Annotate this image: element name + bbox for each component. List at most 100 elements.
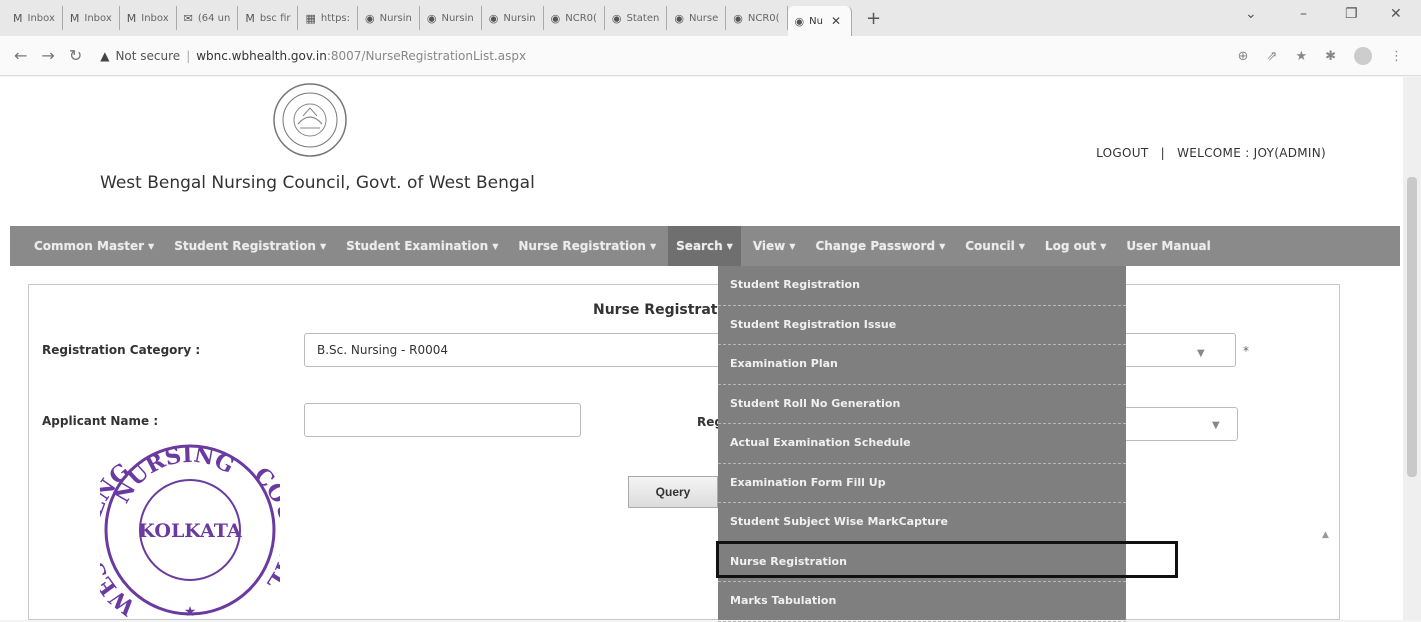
page-scrollbar[interactable]	[1403, 77, 1421, 620]
tab-label: bsc fir	[259, 12, 291, 24]
tab-label: Nursin	[503, 12, 536, 24]
dropdown-item[interactable]: Student Registration	[718, 266, 1126, 306]
active-tab-label: Nu	[809, 15, 823, 27]
menu-item[interactable]: Nurse Registration ▾	[518, 239, 656, 253]
tab-icon: M	[69, 11, 80, 25]
council-logo	[273, 83, 347, 157]
organization-name: West Bengal Nursing Council, Govt. of We…	[100, 173, 535, 193]
stamp-star-icon: ★	[184, 604, 197, 620]
logout-link[interactable]: LOGOUT	[1096, 146, 1148, 160]
main-menu-bar: Common Master ▾ Student Registration ▾ Stu…	[10, 226, 1400, 266]
globe-icon: ◉	[794, 14, 805, 28]
menu-item[interactable]: Change Password ▾	[815, 239, 945, 253]
dropdown-item[interactable]: Student Registration Issue	[718, 306, 1126, 345]
chevron-down-icon[interactable]: ▼	[1212, 420, 1220, 431]
menu-item[interactable]: Student Examination ▾	[346, 239, 498, 253]
profile-avatar[interactable]	[1354, 47, 1372, 65]
address-bar: ← → ↻ ▲ Not secure | wbnc.wbhealth.gov.i…	[0, 36, 1421, 76]
forward-arrow-icon[interactable]: →	[41, 46, 54, 65]
chevron-down-icon[interactable]: ▼	[1197, 348, 1205, 359]
browser-tab[interactable]: ▦ https:	[298, 6, 358, 30]
tab-list: M Inbox M Inbox M Inbox ✉ (64 un Mbsc fir ▦ https:…	[6, 6, 788, 30]
browser-tab[interactable]: ◉ Nurse	[667, 6, 727, 30]
query-button[interactable]: Query	[628, 476, 718, 508]
dropdown-item[interactable]: Student Subject Wise MarkCapture	[718, 503, 1126, 543]
active-tab[interactable]: ◉ Nu ✕	[787, 6, 853, 36]
council-stamp: NURSING WEST BENGAL COUNCIL KOLKATA ★	[100, 430, 280, 620]
applicant-name-input[interactable]	[304, 403, 581, 437]
url-separator: |	[186, 48, 191, 63]
reload-icon[interactable]: ↻	[69, 46, 82, 65]
dropdown-item[interactable]: Student Roll No Generation	[718, 385, 1126, 424]
tab-icon: M	[126, 11, 137, 25]
welcome-text: WELCOME : JOY(ADMIN)	[1177, 146, 1326, 160]
browser-tab[interactable]: ◉ NCR0(	[726, 6, 788, 30]
back-arrow-icon[interactable]: ←	[14, 46, 27, 65]
tab-icon: ◉	[426, 11, 437, 25]
tab-icon: ◉	[365, 11, 375, 25]
close-window-icon[interactable]: ✕	[1390, 6, 1402, 22]
browser-tab[interactable]: ◉ NCR0(	[544, 6, 605, 30]
browser-tab[interactable]: ◉ Nursin	[482, 6, 544, 30]
tab-label: Inbox	[27, 12, 55, 24]
menu-item[interactable]: Log out ▾	[1045, 239, 1106, 253]
applicant-name-label: Applicant Name :	[42, 414, 159, 428]
highlight-box	[716, 541, 1178, 578]
chevron-down-icon[interactable]: ⌄	[1245, 6, 1257, 22]
stamp-center-text: KOLKATA	[138, 520, 241, 542]
browser-tab[interactable]: ◉ Nursin	[358, 6, 420, 30]
dropdown-item[interactable]: Marks Tabulation	[718, 582, 1126, 622]
url-path: :8007/NurseRegistrationList.aspx	[326, 48, 527, 63]
scroll-thumb[interactable]	[1407, 177, 1417, 477]
browser-tab[interactable]: ◉ Staten	[605, 6, 668, 30]
tab-label: Nursin	[379, 12, 412, 24]
tab-icon: ▦	[305, 11, 316, 25]
extensions-icon[interactable]: ✱	[1325, 49, 1336, 64]
menu-item[interactable]: View ▾	[753, 239, 796, 253]
menu-item[interactable]: Council ▾	[965, 239, 1025, 253]
restore-icon[interactable]: ❐	[1345, 6, 1358, 22]
browser-tab[interactable]: ◉ Nursin	[420, 6, 482, 30]
dropdown-item[interactable]: Actual Examination Schedule	[718, 424, 1126, 464]
minimize-icon[interactable]: –	[1300, 6, 1307, 22]
tab-label: NCR0(	[747, 12, 780, 24]
tab-icon: ◉	[674, 11, 684, 25]
tab-icon: M	[13, 11, 23, 25]
inner-scroll-up-icon[interactable]: ▲	[1322, 530, 1329, 540]
tab-icon: M	[245, 11, 255, 25]
tab-icon: ◉	[611, 11, 622, 25]
tab-label: (64 un	[197, 12, 231, 24]
browser-tab[interactable]: ✉ (64 un	[177, 6, 239, 30]
menu-item[interactable]: Search ▾	[668, 226, 741, 266]
required-marker: *	[1243, 344, 1249, 358]
dropdown-item[interactable]: Examination Form Fill Up	[718, 464, 1126, 503]
warning-icon: ▲	[100, 48, 110, 63]
menu-item[interactable]: Common Master ▾	[34, 239, 154, 253]
browser-tab[interactable]: M Inbox	[120, 6, 177, 30]
share-icon[interactable]: ⇗	[1267, 49, 1278, 64]
more-menu-icon[interactable]: ⋮	[1390, 49, 1403, 64]
not-secure-label: Not secure	[115, 48, 181, 63]
dropdown-item[interactable]: Examination Plan	[718, 345, 1126, 385]
tab-label: Nursin	[441, 12, 474, 24]
star-icon[interactable]: ★	[1295, 49, 1307, 64]
url-field[interactable]: ▲ Not secure | wbnc.wbhealth.gov.in :800…	[100, 49, 526, 63]
panel-title: Nurse Registrat	[593, 302, 718, 318]
tab-label: Nurse	[688, 12, 719, 24]
tab-icon: ◉	[550, 11, 561, 25]
browser-tab[interactable]: M Inbox	[63, 6, 120, 30]
browser-tab[interactable]: M Inbox	[6, 6, 63, 30]
tab-icon: ◉	[733, 11, 743, 25]
menu-item[interactable]: Student Registration ▾	[174, 239, 326, 253]
browser-tab[interactable]: Mbsc fir	[238, 6, 299, 30]
menu-item[interactable]: User Manual	[1126, 239, 1210, 253]
zoom-icon[interactable]: ⊕	[1238, 49, 1249, 64]
registration-category-value: B.Sc. Nursing - R0004	[317, 343, 449, 357]
tab-icon: ◉	[488, 11, 499, 25]
close-tab-icon[interactable]: ✕	[831, 14, 841, 28]
new-tab-button[interactable]: +	[866, 8, 881, 29]
browser-tab-bar: M Inbox M Inbox M Inbox ✉ (64 un Mbsc fir ▦ https:…	[0, 0, 1421, 36]
tab-icon: ✉	[183, 11, 193, 25]
tab-label: Inbox	[84, 12, 112, 24]
tab-label: Staten	[626, 12, 660, 24]
